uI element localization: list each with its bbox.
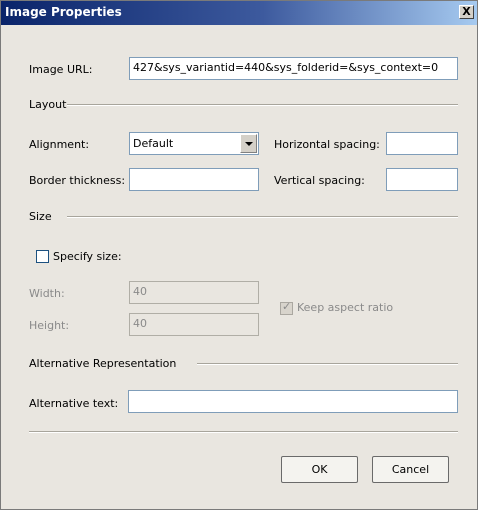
alignment-selected-value: Default xyxy=(133,137,174,150)
image-url-label: Image URL: xyxy=(29,63,93,76)
bottom-divider xyxy=(29,431,458,433)
chevron-down-icon[interactable] xyxy=(240,134,257,153)
vertical-spacing-input[interactable] xyxy=(386,168,458,191)
width-label: Width: xyxy=(29,287,65,300)
vertical-spacing-label: Vertical spacing: xyxy=(274,174,365,187)
alternative-divider xyxy=(197,363,458,365)
keep-aspect-ratio-checkbox[interactable] xyxy=(280,300,293,315)
ok-button[interactable]: OK xyxy=(281,456,358,483)
width-input[interactable]: 40 xyxy=(129,281,259,304)
layout-divider xyxy=(67,104,458,106)
dialog-title: Image Properties xyxy=(5,5,122,19)
size-divider xyxy=(67,216,458,218)
horizontal-spacing-input[interactable] xyxy=(386,132,458,155)
alignment-label: Alignment: xyxy=(29,138,90,151)
alt-text-input[interactable] xyxy=(128,390,458,413)
height-input[interactable]: 40 xyxy=(129,313,259,336)
cancel-button[interactable]: Cancel xyxy=(372,456,449,483)
keep-aspect-ratio-label: Keep aspect ratio xyxy=(297,301,394,314)
border-thickness-label: Border thickness: xyxy=(29,174,126,187)
image-properties-dialog: Image Properties X Image URL: 427&sys_va… xyxy=(0,0,478,510)
specify-size-checkbox[interactable] xyxy=(36,250,49,263)
size-section-label: Size xyxy=(29,210,52,223)
horizontal-spacing-label: Horizontal spacing: xyxy=(274,138,380,151)
image-url-input[interactable]: 427&sys_variantid=440&sys_folderid=&sys_… xyxy=(129,57,458,80)
alternative-section-label: Alternative Representation xyxy=(29,357,177,370)
height-label: Height: xyxy=(29,319,70,332)
alt-text-label: Alternative text: xyxy=(29,397,119,410)
alignment-select[interactable]: Default xyxy=(129,132,259,155)
layout-section-label: Layout xyxy=(29,98,67,111)
close-button[interactable]: X xyxy=(459,5,474,19)
title-bar[interactable]: Image Properties X xyxy=(1,1,477,25)
specify-size-label: Specify size: xyxy=(53,250,122,263)
border-thickness-input[interactable] xyxy=(129,168,259,191)
